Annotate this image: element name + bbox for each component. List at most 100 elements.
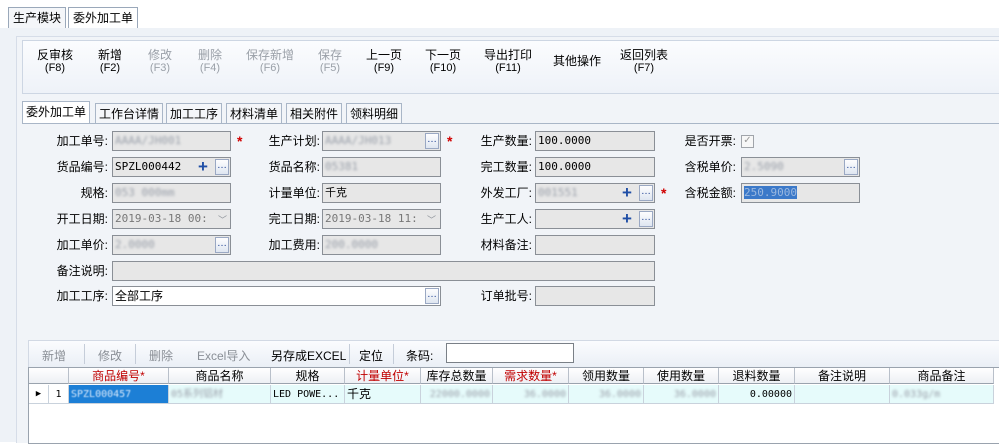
cell-stock[interactable]: 22000.0000 xyxy=(421,385,493,404)
qty-field[interactable]: 100.0000 xyxy=(535,131,655,151)
plan-lookup-icon[interactable]: … xyxy=(425,133,439,149)
factory-label: 外发工厂: xyxy=(480,186,532,200)
column-header[interactable]: 领用数量 xyxy=(569,368,644,384)
cell-used[interactable]: 36.0000 xyxy=(569,385,644,404)
material-grid: 商品编号* 商品名称 规格 计量单位* 库存总数量 需求数量* 领用数量 使用数… xyxy=(28,367,999,444)
row-header-corner xyxy=(29,368,69,384)
grid-delete-button[interactable]: 删除 xyxy=(149,347,173,364)
tax-amount-label: 含税金额: xyxy=(684,186,736,200)
batch-field[interactable] xyxy=(535,286,655,306)
row-number: 1 xyxy=(49,385,69,404)
cell-goods-code[interactable]: SPZL000457 xyxy=(69,385,169,404)
edit-button[interactable]: 修改 (F3) xyxy=(148,49,172,75)
tax-price-field[interactable]: 2.5090 xyxy=(741,157,860,177)
cell-goods-name[interactable]: 05系列铝材 xyxy=(169,385,271,404)
chevron-down-icon[interactable]: ﹀ xyxy=(427,213,436,226)
cell-goods-remark[interactable]: 0.033g/m xyxy=(890,385,994,404)
save-button[interactable]: 保存 (F5) xyxy=(318,49,342,75)
barcode-input[interactable] xyxy=(446,343,574,363)
material-note-label: 材料备注: xyxy=(480,238,532,252)
order-no-field[interactable]: AAAA/JH001 xyxy=(112,131,231,151)
save-new-button[interactable]: 保存新增 (F6) xyxy=(246,49,294,75)
export-print-button[interactable]: 导出打印 (F11) xyxy=(484,49,532,75)
column-header[interactable]: 需求数量* xyxy=(493,368,569,384)
excel-import-button[interactable]: Excel导入 xyxy=(197,347,250,364)
remark-field[interactable] xyxy=(112,261,655,281)
cell-demand[interactable]: 36.0000 xyxy=(493,385,569,404)
tab-material-list[interactable]: 材料清单 xyxy=(226,103,283,124)
factory-lookup-icon[interactable]: … xyxy=(639,185,653,201)
end-date-picker[interactable]: 2019-03-18 11: xyxy=(322,209,441,229)
barcode-label: 条码: xyxy=(406,349,434,363)
tab-attachments[interactable]: 相关附件 xyxy=(286,103,343,124)
required-mark: * xyxy=(447,133,453,149)
grid-add-button[interactable]: 新增 xyxy=(42,347,66,364)
cell-returned[interactable]: 0.00000 xyxy=(719,385,795,404)
start-date-label: 开工日期: xyxy=(56,212,108,226)
other-actions-button[interactable]: 其他操作 xyxy=(553,55,601,68)
row-pointer-icon: ▶ xyxy=(29,385,49,404)
column-header[interactable]: 商品备注 xyxy=(890,368,994,384)
factory-field[interactable]: 001551 xyxy=(535,183,655,203)
cell-remark[interactable] xyxy=(795,385,890,404)
start-date-picker[interactable]: 2019-03-18 00: xyxy=(112,209,231,229)
back-to-list-button[interactable]: 返回列表 (F7) xyxy=(620,49,668,75)
delete-button[interactable]: 删除 (F4) xyxy=(198,49,222,75)
column-header[interactable]: 商品名称 xyxy=(169,368,271,384)
invoiced-checkbox[interactable]: ✓ xyxy=(741,135,754,148)
unaudit-button[interactable]: 反审核 (F8) xyxy=(37,49,73,75)
cost-label: 加工费用: xyxy=(268,238,320,252)
goods-code-field[interactable]: SPZL000442 xyxy=(112,157,231,177)
tab-order-detail[interactable]: 委外加工单 xyxy=(22,101,91,125)
column-header[interactable]: 规格 xyxy=(271,368,345,384)
done-qty-field[interactable]: 100.0000 xyxy=(535,157,655,177)
unit-price-field[interactable]: 2.0000 xyxy=(112,235,231,255)
column-header[interactable]: 计量单位* xyxy=(345,368,421,384)
done-qty-label: 完工数量: xyxy=(480,160,532,174)
unit-price-lookup-icon[interactable]: … xyxy=(215,237,229,253)
next-page-button[interactable]: 下一页 (F10) xyxy=(425,49,461,75)
material-note-field[interactable] xyxy=(535,235,655,255)
cell-consumed[interactable]: 36.0000 xyxy=(644,385,719,404)
grid-edit-button[interactable]: 修改 xyxy=(98,347,122,364)
save-as-excel-button[interactable]: 另存成EXCEL xyxy=(271,347,346,364)
add-goods-icon[interactable]: + xyxy=(196,158,210,175)
required-mark: * xyxy=(661,185,667,201)
column-header[interactable]: 商品编号* xyxy=(69,368,169,384)
locate-button[interactable]: 定位 xyxy=(359,347,383,364)
unit-label: 计量单位: xyxy=(268,186,320,200)
column-header[interactable]: 备注说明 xyxy=(795,368,890,384)
order-no-label: 加工单号: xyxy=(56,134,108,148)
process-field[interactable]: 全部工序 xyxy=(112,286,441,306)
cost-field[interactable]: 200.0000 xyxy=(322,235,441,255)
prev-page-button[interactable]: 上一页 (F9) xyxy=(366,49,402,75)
tab-process[interactable]: 加工工序 xyxy=(166,103,223,124)
tab-workbench-detail[interactable]: 工作台详情 xyxy=(95,103,164,124)
cell-unit[interactable]: 千克 xyxy=(345,385,421,404)
chevron-down-icon[interactable]: ﹀ xyxy=(218,213,227,226)
cell-spec[interactable]: LED POWE... xyxy=(271,385,345,404)
process-lookup-icon[interactable]: … xyxy=(425,288,439,304)
end-date-label: 完工日期: xyxy=(268,212,320,226)
column-header[interactable]: 退料数量 xyxy=(719,368,795,384)
tax-price-lookup-icon[interactable]: … xyxy=(844,159,858,175)
plan-label: 生产计划: xyxy=(268,134,320,148)
worker-field[interactable] xyxy=(535,209,655,229)
goods-name-field[interactable]: 05381 xyxy=(322,157,441,177)
worker-lookup-icon[interactable]: … xyxy=(639,211,653,227)
add-factory-icon[interactable]: + xyxy=(620,184,634,201)
tab-material-picking[interactable]: 领料明细 xyxy=(346,103,403,124)
add-worker-icon[interactable]: + xyxy=(620,210,634,227)
new-button[interactable]: 新增 (F2) xyxy=(98,49,122,75)
column-header[interactable]: 库存总数量 xyxy=(421,368,493,384)
spec-field[interactable]: 053 000mm xyxy=(112,183,231,203)
grid-toolbar: 新增 修改 删除 Excel导入 另存成EXCEL 定位 条码: xyxy=(28,340,999,368)
toolbar-divider xyxy=(84,344,85,364)
tab-outsource-order[interactable]: 委外加工单 xyxy=(68,7,139,29)
tax-amount-field[interactable]: 250.9000 xyxy=(741,183,860,203)
goods-lookup-icon[interactable]: … xyxy=(215,159,229,175)
plan-field[interactable]: AAAA/JH013 xyxy=(322,131,441,151)
tab-production-module[interactable]: 生产模块 xyxy=(8,7,67,28)
column-header[interactable]: 使用数量 xyxy=(644,368,719,384)
unit-field[interactable]: 千克 xyxy=(322,183,441,203)
